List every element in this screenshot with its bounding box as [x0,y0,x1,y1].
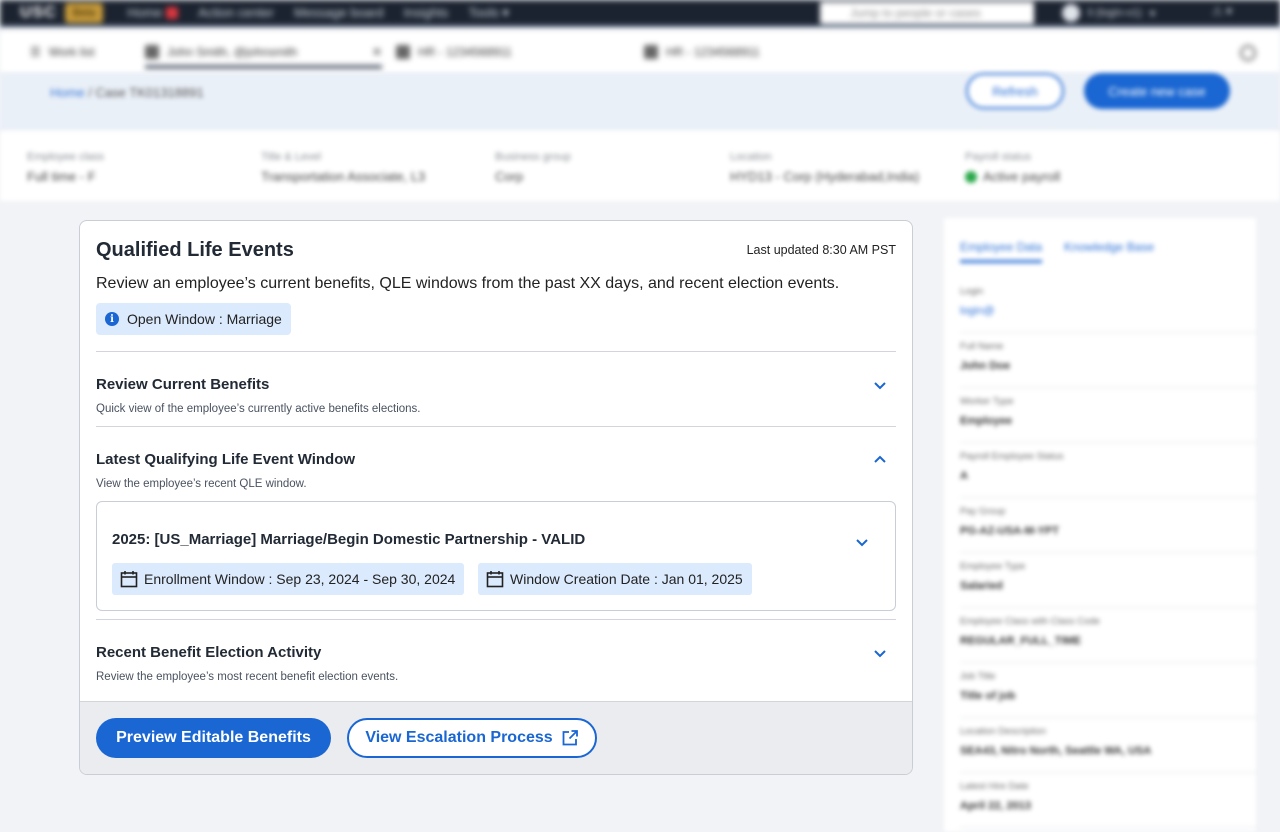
chevron-down-icon[interactable] [872,377,888,393]
qle-window-item: 2025: [US_Marriage] Marriage/Begin Domes… [96,501,896,611]
app-logo[interactable]: USC [20,4,57,22]
alert-icon[interactable]: ⚠ ▾ [1212,4,1232,18]
open-window-badge: i Open Window : Marriage [96,303,291,335]
tab-employee-data[interactable]: Employee Data [960,240,1043,263]
tab-knowledge-base[interactable]: Knowledge Base [1064,240,1154,263]
divider [96,619,896,620]
preview-editable-benefits-button[interactable]: Preview Editable Benefits [96,718,331,758]
employee-data-panel: Employee Data Knowledge Base Login login@… [944,218,1256,832]
location-field: Location HYD13 - Corp (Hyderabad,India) [730,151,920,184]
person-icon [145,45,159,59]
section-subtitle: Review the employee’s most recent benefi… [96,671,399,683]
close-icon[interactable]: ✕ [372,45,382,59]
tab-work-list[interactable]: ☰ Work list [30,45,95,59]
tab-case-2[interactable]: HR - 1234568911 [644,45,760,59]
field-employee-type: Employee Type Salaried [960,553,1256,608]
tab-case-1[interactable]: HR - 1234568911 [396,45,512,59]
payroll-status-field: Payroll status Active payroll [965,151,1061,184]
field-login: Login login@ [960,278,1256,333]
list-icon: ☰ [30,45,41,59]
card-footer: Preview Editable Benefits View Escalatio… [80,701,912,774]
field-payroll-status: Payroll Employee Status A [960,443,1256,498]
create-new-case-button[interactable]: Create new case [1084,73,1230,109]
nav-tools[interactable]: Tools ▾ [468,5,509,21]
title-level-field: Title & Level Transportation Associate, … [261,151,426,184]
section-subtitle: Quick view of the employee’s currently a… [96,403,421,415]
top-navigation: USC Beta Home Action center Message boar… [0,0,1280,28]
help-icon[interactable] [1240,45,1256,61]
beta-badge: Beta [64,2,104,23]
breadcrumb: Home / Case TK01318891 [50,85,204,100]
notification-badge [166,6,179,19]
section-title-recent-election-activity[interactable]: Recent Benefit Election Activity [96,644,321,661]
nav-action-center[interactable]: Action center [198,5,274,21]
field-pay-group: Pay Group PG-AZ-USA-M-YPT [960,498,1256,553]
card-title: Qualified Life Events [96,239,294,261]
refresh-button[interactable]: Refresh [966,73,1064,109]
chevron-up-icon[interactable] [872,451,888,467]
workspace-tabs: ☰ Work list John Smith, @johnsmith ✕ HR … [0,31,1280,73]
nav-insights[interactable]: Insights [404,5,449,21]
status-dot [965,170,977,183]
nav-home[interactable]: Home [127,5,179,21]
employee-class-field: Employee class Full time - F [27,151,105,184]
field-latest-hire-date: Latest Hire Date April 22, 2013 [960,773,1256,828]
field-location-description: Location Description SEA43, Nitro North, … [960,718,1256,773]
chevron-down-icon: ▾ [1149,7,1156,20]
field-worker-type: Worker Type Employee [960,388,1256,443]
calendar-icon [486,571,504,588]
calendar-icon [120,571,138,588]
avatar [1062,4,1080,22]
tab-employee[interactable]: John Smith, @johnsmith ✕ [145,45,382,69]
breadcrumb-current: / Case TK01318891 [84,85,204,100]
card-description: Review an employee’s current benefits, Q… [96,275,840,292]
field-employee-class: Employee Class with Class Code REGULAR_FU… [960,608,1256,663]
qle-title: 2025: [US_Marriage] Marriage/Begin Domes… [112,531,586,548]
last-updated-text: Last updated 8:30 AM PST [746,243,896,257]
section-subtitle: View the employee’s recent QLE window. [96,478,307,490]
nav-message-board[interactable]: Message board [294,5,384,21]
qualified-life-events-card: Qualified Life Events Last updated 8:30 … [79,220,913,775]
breadcrumb-home[interactable]: Home [50,85,85,100]
view-escalation-process-button[interactable]: View Escalation Process [347,718,597,758]
global-search-input[interactable]: Jump to people or cases [820,2,1034,24]
chevron-down-icon[interactable] [872,645,888,661]
divider [96,351,896,352]
divider [96,426,896,427]
case-icon [396,45,410,59]
field-full-name: Full Name John Doe [960,333,1256,388]
section-title-current-benefits[interactable]: Review Current Benefits [96,376,269,393]
chevron-down-icon[interactable] [854,534,870,550]
enrollment-window-badge: Enrollment Window : Sep 23, 2024 - Sep 3… [112,563,465,595]
user-menu[interactable]: li (login-v1) ▾ [1062,4,1155,22]
employee-summary-strip: Employee class Full time - F Title & Lev… [0,131,1280,201]
info-icon: i [105,312,119,326]
business-group-field: Business group Corp [495,151,571,184]
field-job-title: Job Title Title of job [960,663,1256,718]
external-link-icon [562,730,578,746]
section-title-latest-qle-window[interactable]: Latest Qualifying Life Event Window [96,451,355,468]
window-creation-date-badge: Window Creation Date : Jan 01, 2025 [478,563,752,595]
page-header: Home / Case TK01318891 Refresh Create ne… [0,73,1280,131]
case-icon [644,45,658,59]
